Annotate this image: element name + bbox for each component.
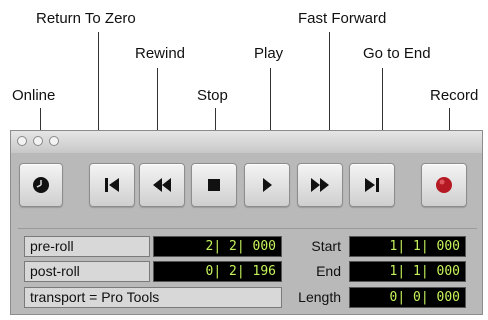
- online-button[interactable]: [19, 163, 63, 207]
- callout-return-to-zero: Return To Zero: [36, 10, 136, 27]
- clock-icon: [31, 175, 51, 195]
- start-label: Start: [311, 238, 341, 254]
- post-roll-value[interactable]: 0| 2| 196: [153, 261, 282, 282]
- window-titlebar: [11, 131, 482, 153]
- return-to-zero-button[interactable]: [89, 163, 135, 207]
- minimize-window-button[interactable]: [33, 136, 43, 146]
- callout-go-to-end: Go to End: [363, 45, 431, 62]
- play-button[interactable]: [244, 163, 290, 207]
- stop-icon: [205, 176, 223, 194]
- callout-rewind: Rewind: [135, 45, 186, 62]
- record-button[interactable]: [421, 163, 467, 207]
- record-icon: [434, 175, 454, 195]
- callout-online: Online: [12, 87, 56, 104]
- fast-forward-button[interactable]: [297, 163, 343, 207]
- post-roll-button[interactable]: post-roll: [24, 261, 150, 282]
- end-label: End: [316, 263, 341, 279]
- callout-stop: Stop: [197, 87, 228, 104]
- callout-record: Record: [430, 87, 479, 104]
- stop-button[interactable]: [191, 163, 237, 207]
- rewind-button[interactable]: [139, 163, 185, 207]
- transport-source-select[interactable]: transport = Pro Tools: [24, 287, 282, 308]
- close-window-button[interactable]: [17, 136, 27, 146]
- pre-roll-value[interactable]: 2| 2| 000: [153, 236, 282, 257]
- rewind-icon: [151, 176, 173, 194]
- window-controls: [17, 136, 59, 146]
- transport-window: pre-roll 2| 2| 000 post-roll 0| 2| 196 t…: [10, 130, 483, 315]
- callout-play: Play: [254, 45, 284, 62]
- callout-fast-forward: Fast Forward: [298, 10, 387, 27]
- fast-forward-icon: [309, 176, 331, 194]
- return-to-zero-icon: [102, 176, 122, 194]
- length-label: Length: [298, 289, 341, 305]
- end-value[interactable]: 1| 1| 000: [349, 261, 466, 282]
- start-value[interactable]: 1| 1| 000: [349, 236, 466, 257]
- length-value[interactable]: 0| 0| 000: [349, 287, 466, 308]
- go-to-end-button[interactable]: [349, 163, 395, 207]
- pre-roll-button[interactable]: pre-roll: [24, 236, 150, 257]
- zoom-window-button[interactable]: [49, 136, 59, 146]
- go-to-end-icon: [362, 176, 382, 194]
- play-icon: [258, 176, 276, 194]
